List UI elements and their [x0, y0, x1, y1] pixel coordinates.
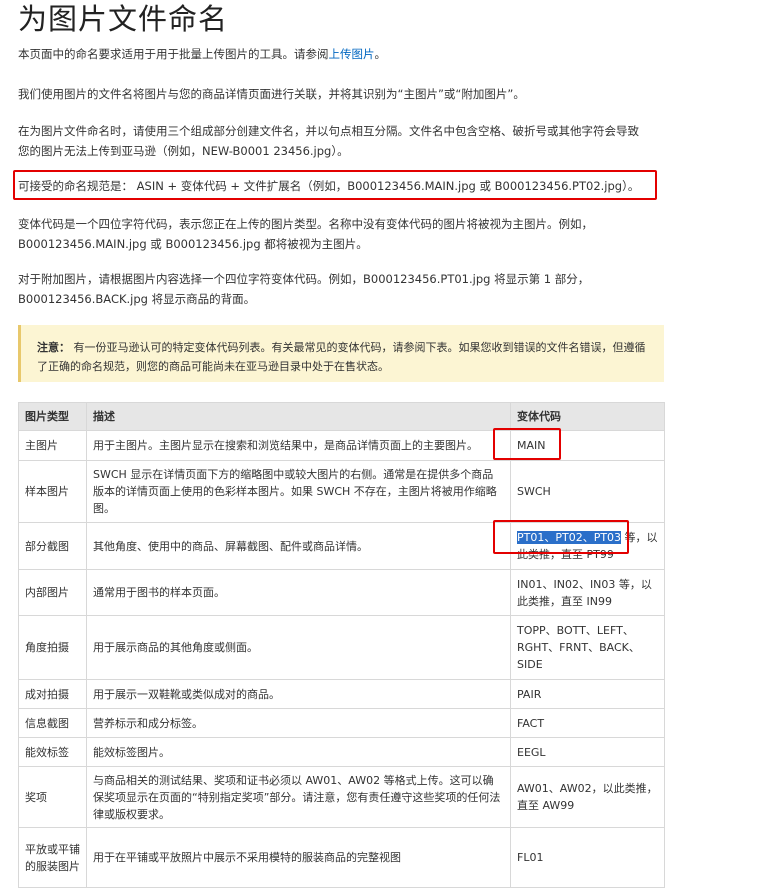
annotation-box-pt — [493, 520, 629, 554]
cell-desc: 与商品相关的测试结果、奖项和证书必须以 AW01、AW02 等格式上传。这可以确… — [86, 766, 511, 828]
cell-type: 内部图片 — [18, 569, 87, 616]
table-row: 平放或平铺的服装图片 用于在平铺或平放照片中展示不采用模特的服装商品的完整视图 … — [18, 827, 665, 888]
cell-type: 样本图片 — [18, 460, 87, 523]
cell-code: FACT — [510, 708, 665, 738]
cell-type: 平放或平铺的服装图片 — [18, 827, 87, 888]
cell-type: 主图片 — [18, 430, 87, 461]
paragraph-linking: 我们使用图片的文件名将图片与您的商品详情页面进行关联，并将其识别为“主图片”或“… — [18, 87, 525, 101]
page-title: 为图片文件命名 — [18, 2, 229, 36]
table-row: 成对拍摄 用于展示一双鞋靴或类似成对的商品。 PAIR — [18, 679, 665, 709]
cell-code: TOPP、BOTT、LEFT、RGHT、FRNT、BACK、SIDE — [510, 615, 665, 680]
cell-desc: SWCH 显示在详情页面下方的缩略图中或较大图片的右侧。通常是在提供多个商品版本… — [86, 460, 511, 523]
cell-code: AW01、AW02，以此类推，直至 AW99 — [510, 766, 665, 828]
header-variant-code: 变体代码 — [510, 402, 665, 431]
cell-desc: 其他角度、使用中的商品、屏幕截图、配件或商品详情。 — [86, 522, 511, 570]
table-header-row: 图片类型 描述 变体代码 — [18, 402, 665, 431]
upload-images-link[interactable]: 上传图片 — [329, 47, 375, 61]
cell-code: EEGL — [510, 737, 665, 767]
cell-type: 奖项 — [18, 766, 87, 828]
cell-desc: 能效标签图片。 — [86, 737, 511, 767]
cell-desc: 用于展示商品的其他角度或侧面。 — [86, 615, 511, 680]
cell-desc: 用于主图片。主图片显示在搜索和浏览结果中，是商品详情页面上的主要图片。 — [86, 430, 511, 461]
note-text: 有一份亚马逊认可的特定变体代码列表。有关最常见的变体代码，请参阅下表。如果您收到… — [37, 341, 646, 373]
table-row: 内部图片 通常用于图书的样本页面。 IN01、IN02、IN03 等，以此类推，… — [18, 569, 665, 616]
annotation-box-convention — [13, 170, 657, 200]
cell-code: SWCH — [510, 460, 665, 523]
cell-type: 角度拍摄 — [18, 615, 87, 680]
variant-code-table: 图片类型 描述 变体代码 主图片 用于主图片。主图片显示在搜索和浏览结果中，是商… — [18, 402, 665, 888]
cell-type: 能效标签 — [18, 737, 87, 767]
cell-desc: 通常用于图书的样本页面。 — [86, 569, 511, 616]
header-description: 描述 — [86, 402, 511, 431]
annotation-box-main — [493, 428, 561, 460]
cell-desc: 用于展示一双鞋靴或类似成对的商品。 — [86, 679, 511, 709]
table-row: 角度拍摄 用于展示商品的其他角度或侧面。 TOPP、BOTT、LEFT、RGHT… — [18, 615, 665, 680]
intro-suffix: 。 — [374, 47, 387, 61]
paragraph-variant-code: 变体代码是一个四位字符代码，表示您正在上传的图片类型。名称中没有变体代码的图片将… — [18, 217, 593, 251]
table-row: 信息截图 营养标示和成分标签。 FACT — [18, 708, 665, 738]
note-box: 注意： 有一份亚马逊认可的特定变体代码列表。有关最常见的变体代码，请参阅下表。如… — [18, 325, 664, 382]
cell-type: 部分截图 — [18, 522, 87, 570]
table-row: 奖项 与商品相关的测试结果、奖项和证书必须以 AW01、AW02 等格式上传。这… — [18, 766, 665, 828]
intro-text: 本页面中的命名要求适用于用于批量上传图片的工具。请参阅 — [18, 47, 329, 61]
table-row: 能效标签 能效标签图片。 EEGL — [18, 737, 665, 767]
cell-code: PAIR — [510, 679, 665, 709]
header-image-type: 图片类型 — [18, 402, 87, 431]
cell-type: 成对拍摄 — [18, 679, 87, 709]
table-row: 样本图片 SWCH 显示在详情页面下方的缩略图中或较大图片的右侧。通常是在提供多… — [18, 460, 665, 523]
cell-desc: 用于在平铺或平放照片中展示不采用模特的服装商品的完整视图 — [86, 827, 511, 888]
cell-code: FL01 — [510, 827, 665, 888]
intro-paragraph: 本页面中的命名要求适用于用于批量上传图片的工具。请参阅上传图片。 — [18, 44, 658, 64]
table-row: 主图片 用于主图片。主图片显示在搜索和浏览结果中，是商品详情页面上的主要图片。 … — [18, 430, 665, 461]
cell-desc: 营养标示和成分标签。 — [86, 708, 511, 738]
paragraph-naming: 在为图片文件命名时，请使用三个组成部分创建文件名，并以句点相互分隔。文件名中包含… — [18, 124, 639, 158]
cell-code: IN01、IN02、IN03 等，以此类推，直至 IN99 — [510, 569, 665, 616]
paragraph-additional: 对于附加图片，请根据图片内容选择一个四位字符变体代码。例如，B000123456… — [18, 272, 590, 306]
cell-type: 信息截图 — [18, 708, 87, 738]
note-label: 注意： — [37, 341, 70, 354]
